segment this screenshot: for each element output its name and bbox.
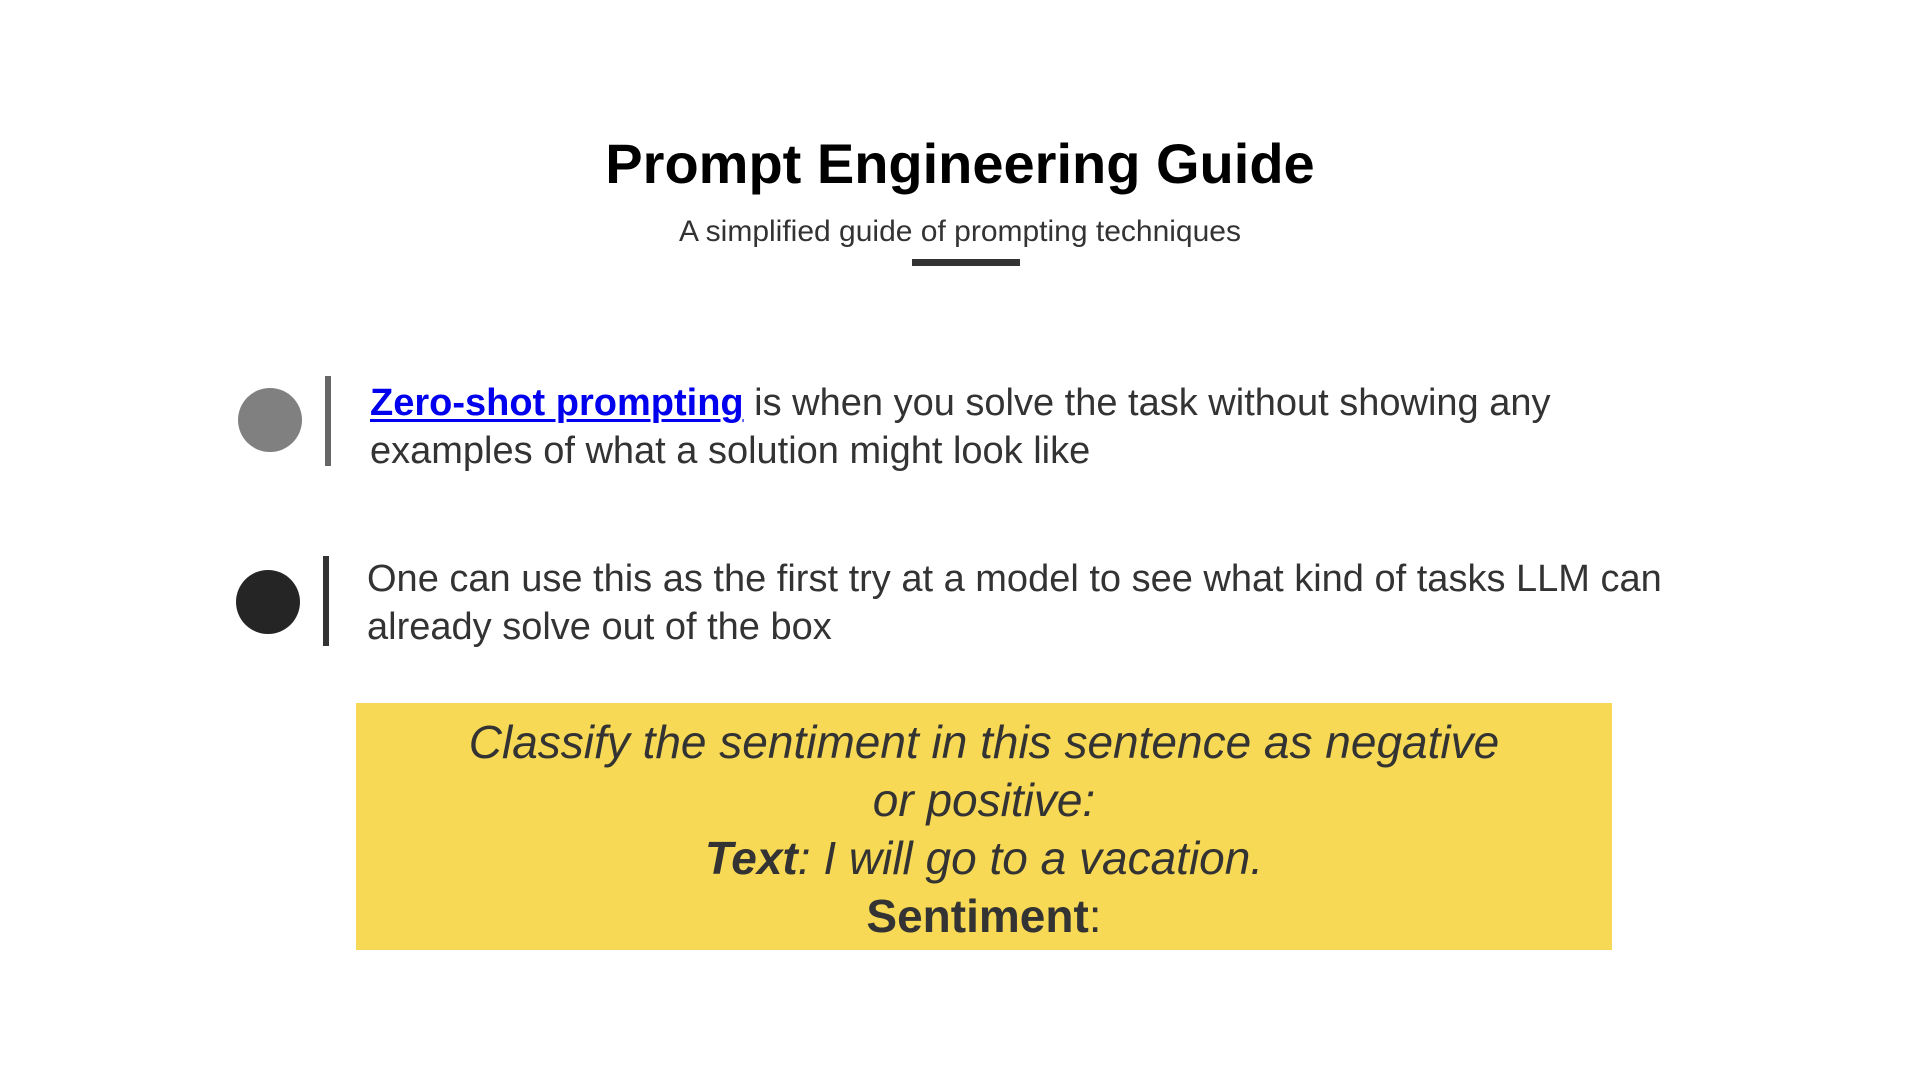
prompt-text-label: Text	[704, 832, 798, 884]
prompt-text-value: : I will go to a vacation.	[797, 832, 1264, 884]
bullet-dot-icon	[236, 570, 300, 634]
title-underline-divider	[912, 259, 1020, 266]
prompt-sentiment-value: :	[1088, 890, 1102, 942]
zero-shot-prompting-link[interactable]: Zero-shot prompting	[370, 382, 744, 424]
slide: Prompt Engineering Guide A simplified gu…	[0, 0, 1920, 1080]
example-prompt-box: Classify the sentiment in this sentence …	[356, 703, 1612, 950]
page-subtitle: A simplified guide of prompting techniqu…	[678, 215, 1241, 248]
prompt-sentiment-label: Sentiment	[866, 890, 1089, 942]
bullet-text: One can use this as the first try at a m…	[367, 558, 1662, 648]
prompt-instruction-line-2: or positive:	[872, 774, 1096, 826]
bullet-bar-divider	[323, 556, 329, 646]
prompt-instruction-line-1: Classify the sentiment in this sentence …	[468, 716, 1500, 768]
prompt-text-line: Text: I will go to a vacation.	[356, 829, 1612, 887]
bullet-dot-icon	[238, 388, 302, 452]
bullet-text: Zero-shot prompting is when you solve th…	[370, 379, 1690, 475]
page-title: Prompt Engineering Guide	[605, 132, 1315, 195]
prompt-sentiment-line: Sentiment:	[356, 887, 1612, 945]
bullet-bar-divider	[325, 376, 331, 466]
